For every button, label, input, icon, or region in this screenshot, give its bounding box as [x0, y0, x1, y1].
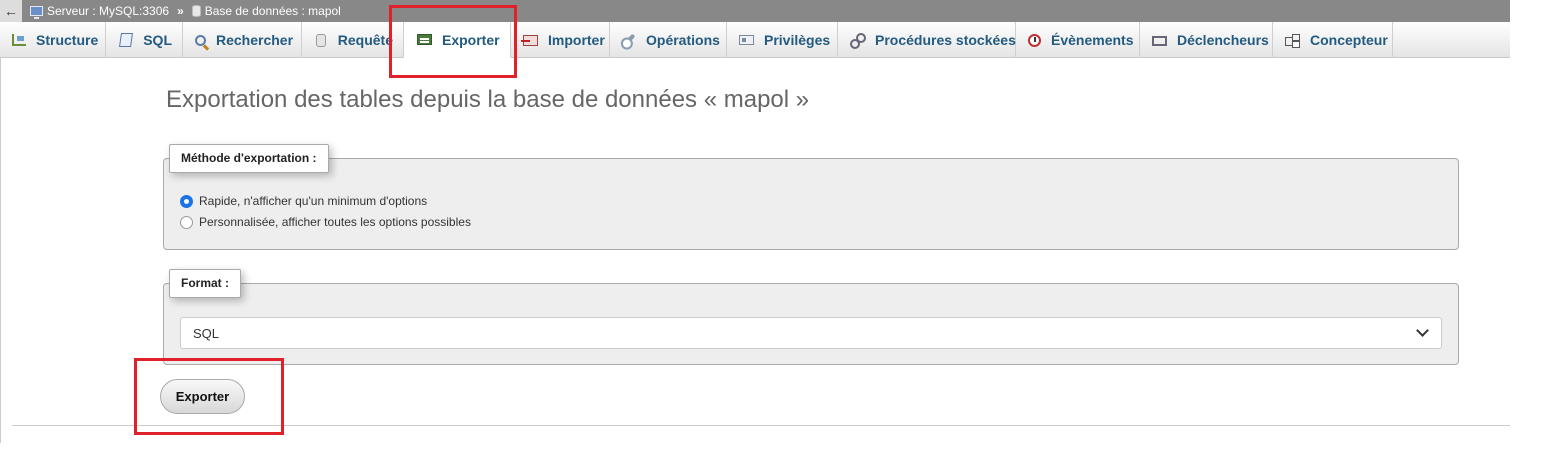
tab-events[interactable]: Évènements [1016, 22, 1140, 58]
server-icon [30, 6, 43, 19]
designer-icon [1285, 32, 1300, 48]
radio-quick-option[interactable]: Rapide, n'afficher qu'un minimum d'optio… [180, 194, 427, 208]
radio-custom[interactable] [180, 215, 193, 229]
structure-icon [12, 32, 26, 48]
back-arrow-icon[interactable]: ← [0, 0, 22, 22]
format-legend: Format : [169, 269, 241, 298]
tab-sql[interactable]: SQL [106, 22, 183, 58]
tab-label: Procédures stockées [875, 32, 1016, 48]
tab-triggers[interactable]: Déclencheurs [1140, 22, 1273, 58]
query-icon [314, 32, 328, 48]
wrench-icon [622, 32, 636, 48]
tab-label: Importer [548, 32, 605, 48]
tab-label: Privilèges [764, 32, 831, 48]
tab-label: Opérations [646, 32, 720, 48]
breadcrumb-server-label[interactable]: Serveur : MySQL:3306 [47, 4, 169, 18]
breadcrumb-separator: » [177, 4, 184, 18]
radio-custom-option[interactable]: Personnalisée, afficher toutes les optio… [180, 215, 471, 229]
left-border [0, 58, 1, 443]
export-method-fieldset: Méthode d'exportation : Rapide, n'affich… [163, 144, 1459, 250]
tab-label: Structure [36, 32, 99, 48]
highlight-box-export-tab [389, 5, 517, 78]
highlight-box-export-button [134, 358, 284, 435]
sql-icon [118, 32, 133, 48]
search-icon [195, 32, 206, 48]
routines-icon [850, 32, 866, 49]
radio-custom-label[interactable]: Personnalisée, afficher toutes les optio… [199, 215, 471, 229]
breadcrumb-database-label[interactable]: Base de données : mapol [205, 4, 341, 18]
privileges-icon [739, 32, 754, 48]
tab-label: SQL [143, 32, 172, 48]
tab-operations[interactable]: Opérations [610, 22, 727, 58]
tab-label: Requête [337, 32, 393, 48]
breadcrumb-database[interactable]: Base de données : mapol [191, 4, 341, 18]
export-method-legend: Méthode d'exportation : [169, 144, 329, 173]
breadcrumb-server[interactable]: Serveur : MySQL:3306 [30, 4, 169, 19]
tab-privileges[interactable]: Privilèges [727, 22, 838, 58]
clock-icon [1028, 32, 1041, 48]
database-icon [191, 5, 201, 17]
tab-routines[interactable]: Procédures stockées [838, 22, 1016, 58]
format-select-value: SQL [193, 325, 220, 341]
tab-label: Concepteur [1310, 32, 1388, 48]
radio-quick[interactable] [180, 194, 193, 208]
breadcrumb: ← Serveur : MySQL:3306 » Base de données… [0, 0, 1510, 22]
tab-import[interactable]: Importer [511, 22, 610, 58]
format-select[interactable]: SQL [180, 317, 1442, 349]
triggers-icon [1152, 32, 1167, 48]
page-title: Exportation des tables depuis la base de… [166, 86, 810, 113]
tab-label: Rechercher [216, 32, 294, 48]
import-icon [521, 32, 538, 48]
radio-quick-label[interactable]: Rapide, n'afficher qu'un minimum d'optio… [199, 194, 427, 208]
database-tab-strip: Structure SQL Rechercher Requête Exporte… [0, 22, 1510, 58]
format-fieldset: Format : SQL [163, 269, 1459, 365]
tab-structure[interactable]: Structure [0, 22, 106, 58]
tab-designer[interactable]: Concepteur [1273, 22, 1393, 58]
tab-label: Déclencheurs [1177, 32, 1269, 48]
tab-label: Évènements [1051, 32, 1134, 48]
chevron-down-icon [1416, 324, 1429, 337]
tab-search[interactable]: Rechercher [183, 22, 302, 58]
